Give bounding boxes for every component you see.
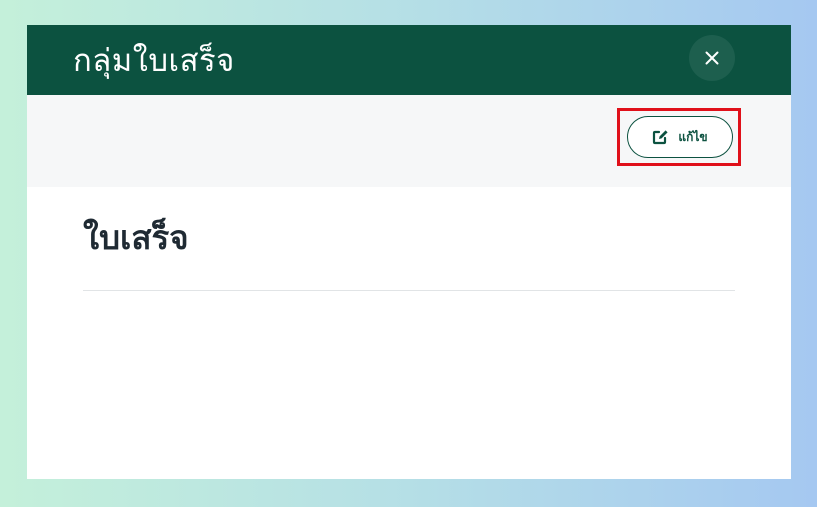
close-button[interactable] (689, 35, 735, 81)
edit-button-label: แก้ไข (678, 129, 708, 144)
modal-toolbar: แก้ไข (27, 95, 791, 187)
modal-content: ใบเสร็จ (27, 187, 791, 291)
section-divider (83, 290, 735, 291)
modal-title: กลุ่มใบเสร็จ (73, 43, 235, 79)
edit-icon (653, 130, 668, 145)
modal-header: กลุ่มใบเสร็จ (27, 25, 791, 95)
receipt-group-modal: กลุ่มใบเสร็จ แก้ไข ใบเสร็จ (27, 25, 791, 479)
edit-button[interactable]: แก้ไข (627, 116, 733, 158)
section-title: ใบเสร็จ (83, 218, 189, 257)
close-icon (705, 51, 719, 65)
